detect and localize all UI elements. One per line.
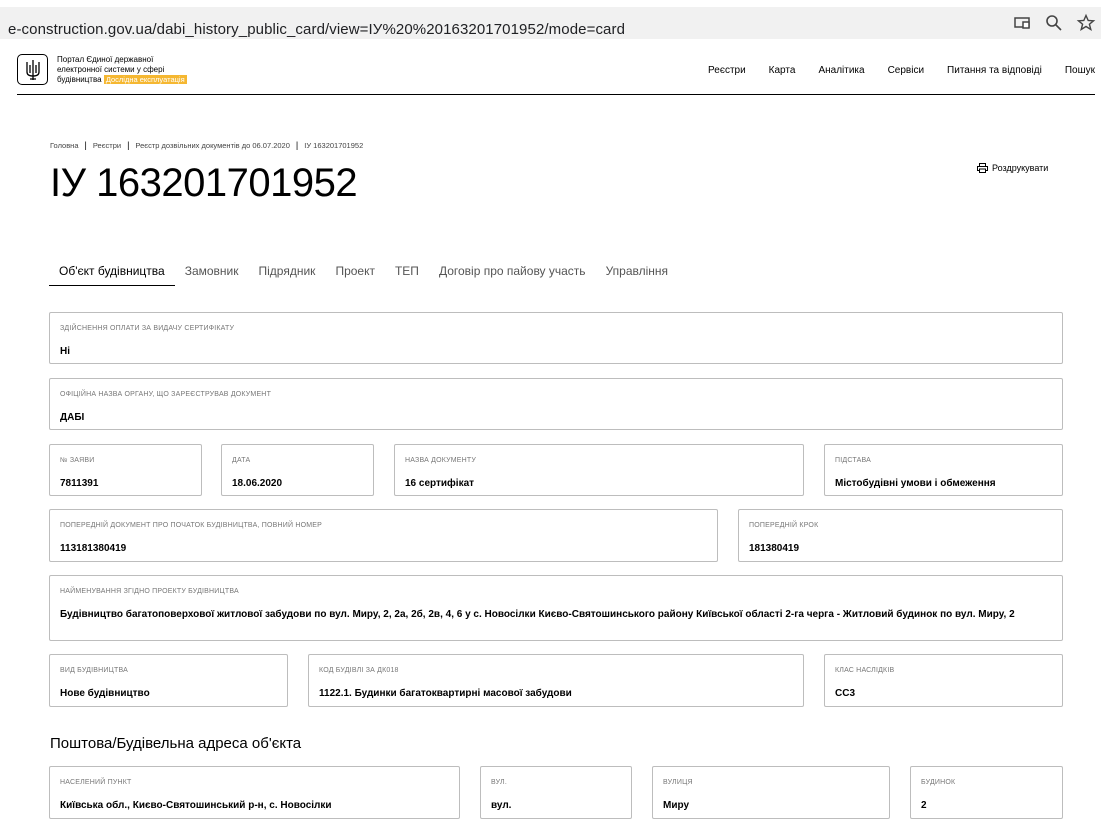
field-label: Здійснення оплати за видачу сертифікату (60, 325, 235, 332)
bookmark-star-icon[interactable] (1076, 13, 1096, 33)
tab-tep[interactable]: ТЕП (385, 262, 429, 286)
field-document-name: Назва документу 16 сертифікат (394, 444, 804, 496)
field-value: Нове будівництво (60, 688, 150, 699)
trident-icon (25, 59, 40, 80)
field-value: ДАБІ (60, 412, 85, 423)
field-label: Попередній документ про початок будівниц… (60, 522, 323, 529)
field-value: 18.06.2020 (232, 478, 283, 489)
breadcrumb: Головна | Реєстри | Реєстр дозвільних до… (50, 140, 363, 150)
card-tabs: Об'єкт будівництва Замовник Підрядник Пр… (49, 262, 678, 286)
site-header: Портал Єдиної державної електронної сист… (17, 46, 1095, 95)
address-section-title: Поштова/Будівельна адреса об'єкта (50, 735, 302, 752)
field-label: Будинок (921, 779, 956, 786)
portal-name-line1: Портал Єдиної державної (57, 55, 154, 64)
zoom-icon[interactable] (1044, 13, 1064, 33)
field-label: Найменування згідно проекту будівництва (60, 588, 239, 595)
field-value: Ні (60, 346, 70, 357)
breadcrumb-separator: | (295, 140, 299, 150)
field-label: Офіційна назва органу, що зареєстрував д… (60, 391, 272, 398)
field-label: Вул. (491, 779, 507, 786)
field-previous-document: Попередній документ про початок будівниц… (49, 509, 718, 562)
nav-analytics[interactable]: Аналітика (818, 65, 864, 76)
tab-construction-object[interactable]: Об'єкт будівництва (49, 262, 175, 286)
main-nav: Реєстри Карта Аналітика Сервіси Питання … (685, 65, 1095, 76)
field-label: Вулиця (663, 779, 693, 786)
address-bar[interactable]: e-construction.gov.ua/dabi_history_publi… (0, 7, 1101, 39)
beta-badge: Дослідна експлуатація (103, 75, 187, 84)
url-text[interactable]: e-construction.gov.ua/dabi_history_publi… (8, 21, 625, 38)
portal-name-line3: будівництва (57, 75, 102, 84)
field-application-number: № заяви 7811391 (49, 444, 202, 496)
field-value: Будівництво багатоповерхової житлової за… (60, 609, 1015, 620)
field-value: вул. (491, 800, 512, 811)
field-label: № заяви (60, 457, 95, 464)
field-value: 113181380419 (60, 543, 127, 554)
field-label: Код будівлі за ДК018 (319, 667, 399, 674)
field-value: 1122.1. Будинки багатоквартирні масової … (319, 688, 572, 699)
tab-management[interactable]: Управління (596, 262, 678, 286)
field-value: 2 (921, 800, 927, 811)
field-date: Дата 18.06.2020 (221, 444, 374, 496)
tab-contractor[interactable]: Підрядник (249, 262, 326, 286)
field-value: Миру (663, 800, 690, 811)
field-value: 7811391 (60, 478, 99, 489)
print-button[interactable]: Роздрукувати (977, 163, 1048, 173)
field-value: 181380419 (749, 543, 800, 554)
printer-icon (977, 163, 988, 173)
field-building-code: Код будівлі за ДК018 1122.1. Будинки баг… (308, 654, 804, 707)
nav-services[interactable]: Сервіси (888, 65, 924, 76)
field-construction-type: Вид будівництва Нове будівництво (49, 654, 288, 707)
field-value: 16 сертифікат (405, 478, 475, 489)
page-title: ІУ 163201701952 (50, 161, 358, 205)
breadcrumb-registries[interactable]: Реєстри (93, 141, 121, 150)
field-basis: Підстава Містобудівні умови і обмеження (824, 444, 1063, 496)
portal-name-line2: електронної системи у сфері (57, 65, 165, 74)
field-label: Підстава (835, 457, 871, 464)
field-previous-step: Попередній крок 181380419 (738, 509, 1063, 562)
tab-customer[interactable]: Замовник (175, 262, 249, 286)
breadcrumb-home[interactable]: Головна (50, 141, 79, 150)
nav-map[interactable]: Карта (769, 65, 796, 76)
nav-faq[interactable]: Питання та відповіді (947, 65, 1042, 76)
field-label: Назва документу (405, 457, 476, 464)
breadcrumb-separator: | (84, 140, 87, 150)
field-label: Попередній крок (749, 522, 819, 529)
field-value: Містобудівні умови і обмеження (835, 478, 996, 489)
tab-project[interactable]: Проект (325, 262, 385, 286)
field-label: Клас наслідків (835, 667, 895, 674)
field-label: Населений пункт (60, 779, 132, 786)
field-consequence-class: Клас наслідків СС3 (824, 654, 1063, 707)
nav-search[interactable]: Пошук (1065, 65, 1095, 76)
field-house: Будинок 2 (910, 766, 1063, 819)
field-label: Дата (232, 457, 251, 464)
field-authority: Офіційна назва органу, що зареєстрував д… (49, 378, 1063, 430)
field-street-type: Вул. вул. (480, 766, 632, 819)
breadcrumb-separator: | (127, 140, 130, 150)
field-street: Вулиця Миру (652, 766, 890, 819)
field-project-name: Найменування згідно проекту будівництва … (49, 575, 1063, 641)
field-settlement: Населений пункт Київська обл., Києво-Свя… (49, 766, 460, 819)
cast-icon[interactable] (1012, 13, 1032, 33)
field-payment: Здійснення оплати за видачу сертифікату … (49, 312, 1063, 364)
breadcrumb-permit-registry[interactable]: Реєстр дозвільних документів до 06.07.20… (135, 141, 290, 150)
browser-toolbar: e-construction.gov.ua/dabi_history_publi… (0, 0, 1101, 46)
tab-share-agreement[interactable]: Договір про пайову участь (429, 262, 596, 286)
portal-name[interactable]: Портал Єдиної державної електронної сист… (57, 55, 217, 85)
nav-registries[interactable]: Реєстри (708, 65, 746, 76)
print-label: Роздрукувати (992, 163, 1049, 173)
field-label: Вид будівництва (60, 667, 128, 674)
field-value: Київська обл., Києво-Святошинський р-н, … (60, 800, 332, 811)
breadcrumb-current: ІУ 163201701952 (304, 140, 364, 150)
trident-logo[interactable] (17, 54, 48, 85)
field-value: СС3 (835, 688, 856, 699)
